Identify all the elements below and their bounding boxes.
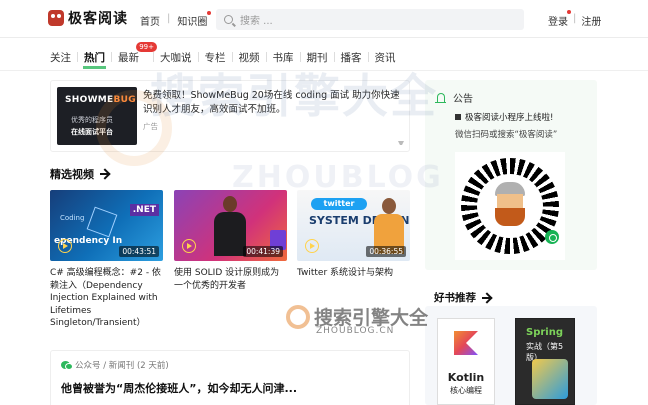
- video-card[interactable]: 00:41:39 使用 SOLID 设计原则成为一个优秀的开发者: [174, 190, 287, 292]
- ad-text[interactable]: 免费领取！ShowMeBug 20场在线 coding 面试 助力你快速识别人才…: [143, 89, 405, 117]
- video-duration: 00:43:51: [119, 246, 159, 257]
- nav-home[interactable]: 首页: [140, 13, 160, 28]
- video-card[interactable]: twitter SYSTEM DESIGN 00:36:55 Twitter 系…: [297, 190, 410, 280]
- search-input[interactable]: 搜索 ...: [216, 9, 524, 30]
- tab-videos[interactable]: 视频: [233, 50, 266, 65]
- bell-icon: [435, 93, 446, 103]
- tab-books[interactable]: 书库: [267, 50, 300, 65]
- book-cover[interactable]: Kotlin 核心编程: [437, 318, 495, 405]
- video-thumbnail[interactable]: twitter SYSTEM DESIGN 00:36:55: [297, 190, 410, 261]
- ad-card[interactable]: SHOWMEBUG 优秀的程序员 在线面试平台 免费领取！ShowMeBug 2…: [50, 80, 410, 152]
- top-nav: 首页 | 知识圈: [140, 11, 212, 28]
- kotlin-logo-icon: [454, 331, 478, 355]
- watermark-small-text: 搜索引擎大全: [314, 307, 429, 329]
- article-title[interactable]: 他曾被誉为“周杰伦接班人”，如今却无人问津...: [61, 380, 297, 396]
- viking-mascot-icon: [491, 182, 529, 226]
- book-cover[interactable]: Spring 实战（第5版）: [515, 318, 575, 405]
- tab-columns[interactable]: 专栏: [199, 50, 232, 65]
- nav-knowledge[interactable]: 知识圈: [177, 11, 212, 28]
- tab-follow[interactable]: 关注: [50, 50, 77, 65]
- login-link[interactable]: 登录: [548, 10, 571, 28]
- play-icon: [305, 239, 319, 253]
- notice-panel: 公告 极客阅读小程序上线啦! 微信扫码或搜索“极客阅读”: [425, 80, 597, 270]
- article-meta: 公众号 / 新闻刊 (2 天前): [61, 359, 169, 371]
- video-title[interactable]: C# 高级编程概念：#2 - 依赖注入（Dependency Injection…: [50, 267, 163, 330]
- tabs-divider: [0, 70, 648, 71]
- books-heading[interactable]: 好书推荐: [434, 290, 491, 305]
- books-panel: Kotlin 核心编程 Spring 实战（第5版）: [425, 306, 597, 405]
- ad-thumb-line2: 在线面试平台: [71, 128, 113, 136]
- search-icon: [224, 15, 233, 24]
- video-thumbnail[interactable]: 00:41:39: [174, 190, 287, 261]
- ad-collapse-icon[interactable]: [398, 141, 404, 147]
- book-title: Spring: [526, 327, 563, 338]
- ad-brand: SHOWMEBUG: [65, 95, 136, 105]
- watermark-small-logo: [286, 305, 310, 329]
- book-title: Kotlin: [447, 371, 485, 384]
- arrow-right-icon: [482, 296, 491, 299]
- miniprogram-icon: [545, 230, 559, 244]
- video-duration: 00:36:55: [366, 246, 406, 257]
- tab-latest-label: 最新: [118, 51, 139, 64]
- wechat-icon: [61, 361, 73, 370]
- video-card[interactable]: Coding ependency In .NET 00:43:51 C# 高级编…: [50, 190, 163, 330]
- watermark-small-domain: ZHOUBLOG.CN: [316, 326, 395, 336]
- category-tabs: 关注 热门 最新 99+ 大咖说 专栏 视频 书库 期刊 播客 资讯: [50, 41, 402, 69]
- ad-label: 广告: [143, 122, 158, 131]
- auth-links: 登录 | 注册: [548, 10, 602, 28]
- book-subtitle: 核心编程: [450, 386, 482, 395]
- play-icon: [182, 239, 196, 253]
- speaker-icon: [455, 114, 461, 120]
- video-title[interactable]: Twitter 系统设计与架构: [297, 267, 410, 280]
- search-placeholder: 搜索 ...: [240, 16, 273, 27]
- ad-thumb-line1: 优秀的程序员: [71, 116, 113, 124]
- tab-journals[interactable]: 期刊: [301, 50, 334, 65]
- article-card[interactable]: 公众号 / 新闻刊 (2 天前) 他曾被誉为“周杰伦接班人”，如今却无人问津..…: [50, 350, 410, 405]
- tab-latest[interactable]: 最新 99+: [112, 41, 157, 65]
- video-duration: 00:41:39: [243, 246, 283, 257]
- site-logo[interactable]: 极客阅读: [48, 8, 128, 28]
- top-bar: 极客阅读 首页 | 知识圈 搜索 ... 登录 | 注册: [0, 0, 648, 38]
- tab-experts[interactable]: 大咖说: [154, 50, 198, 65]
- notice-line1: 极客阅读小程序上线啦!: [455, 111, 553, 123]
- featured-videos-heading[interactable]: 精选视频: [50, 166, 109, 182]
- tab-news[interactable]: 资讯: [369, 50, 402, 65]
- arrow-right-icon: [100, 173, 109, 175]
- site-name: 极客阅读: [68, 11, 128, 27]
- viking-logo-icon: [48, 10, 64, 26]
- ad-thumbnail[interactable]: SHOWMEBUG 优秀的程序员 在线面试平台: [57, 87, 137, 145]
- miniprogram-qr-code: [455, 152, 565, 260]
- notice-heading: 公告: [435, 90, 473, 105]
- video-title[interactable]: 使用 SOLID 设计原则成为一个优秀的开发者: [174, 267, 287, 292]
- register-link[interactable]: 注册: [581, 13, 601, 28]
- tab-podcasts[interactable]: 播客: [335, 50, 368, 65]
- notice-line2: 微信扫码或搜索“极客阅读”: [455, 130, 558, 140]
- video-thumbnail[interactable]: Coding ependency In .NET 00:43:51: [50, 190, 163, 261]
- play-icon: [58, 239, 72, 253]
- tab-hot[interactable]: 热门: [78, 50, 111, 69]
